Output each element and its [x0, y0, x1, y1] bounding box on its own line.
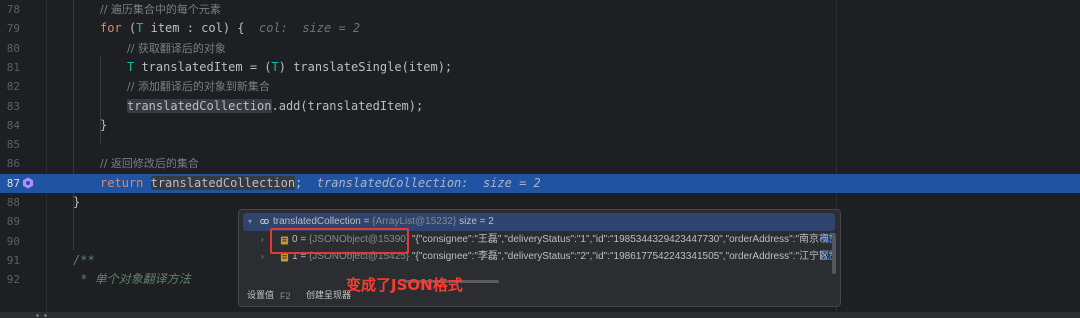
code-line[interactable]: 80 // 获取翻译后的对象 [0, 39, 1080, 58]
line-number[interactable]: 81 [0, 58, 20, 77]
code-token: return [100, 175, 144, 190]
code-token: T [271, 59, 279, 74]
code-token: col: size = 2 [258, 21, 361, 36]
code-line[interactable]: 85 [0, 135, 1080, 154]
code-token: ; [295, 175, 317, 190]
code-line[interactable]: 84} [0, 116, 1080, 135]
code-line[interactable]: 81 T translatedItem = (T) translateSingle… [0, 58, 1080, 77]
line-number[interactable]: 85 [0, 135, 20, 154]
code-text: } [73, 193, 80, 212]
item-value: "{"consignee":"王磊","deliveryStatus":"1",… [409, 234, 835, 245]
line-number[interactable]: 89 [0, 212, 20, 231]
popup-scrollbar[interactable] [832, 234, 836, 274]
code-text: * 单个对象翻译方法 [73, 270, 191, 289]
code-token: item : col) { [143, 21, 259, 36]
line-number[interactable]: 88 [0, 193, 20, 212]
annotation-highlight-box [270, 228, 409, 254]
code-text: // 获取翻译后的对象 [127, 39, 226, 58]
code-token: // 添加翻译后的对象到新集合 [127, 80, 270, 94]
status-dot [36, 314, 39, 317]
field-icon [280, 253, 289, 262]
create-renderer-button[interactable]: 创建呈现器 [306, 290, 351, 302]
code-text: } [100, 116, 107, 135]
code-text: // 遍历集合中的每个元素 [100, 0, 221, 19]
code-token: translatedCollection [150, 175, 296, 190]
code-token: // 返回修改后的集合 [100, 157, 199, 171]
status-dot [44, 314, 47, 317]
code-line[interactable]: 87 return translatedCollection; translate… [0, 173, 1080, 193]
line-number[interactable]: 79 [0, 19, 20, 38]
code-text: // 返回修改后的集合 [100, 154, 199, 173]
line-number[interactable]: 83 [0, 97, 20, 116]
root-type: {ArrayList@15232} [372, 216, 457, 227]
code-token: translatedCollection [127, 98, 272, 113]
set-value-shortcut: F2 [280, 291, 291, 301]
code-text: translatedCollection.add(translatedItem)… [127, 97, 423, 116]
chevron-right-icon[interactable]: › [261, 231, 264, 249]
code-token: } [100, 117, 108, 132]
code-line[interactable]: 83 translatedCollection.add(translatedIte… [0, 97, 1080, 116]
code-token: translatedItem = ( [134, 59, 272, 74]
code-line[interactable]: 86 // 返回修改后的集合 [0, 154, 1080, 173]
code-token: // 获取翻译后的对象 [127, 41, 226, 55]
line-number[interactable]: 84 [0, 116, 20, 135]
debug-value-popup[interactable]: ▾ translatedCollection = {ArrayList@1523… [238, 209, 841, 307]
line-number[interactable]: 91 [0, 251, 20, 270]
code-line[interactable]: 82 // 添加翻译后的对象到新集合 [0, 77, 1080, 96]
code-text: for (T item : col) { col: size = 2 [100, 19, 360, 38]
code-line[interactable]: 78 // 遍历集合中的每个元素 [0, 0, 1080, 19]
code-token: ) translateSingle(item); [278, 59, 453, 74]
set-value-button[interactable]: 设置值 [247, 290, 274, 302]
code-text: /** [73, 251, 95, 270]
code-token: * 单个对象翻译方法 [73, 272, 191, 287]
chevron-right-icon[interactable]: › [261, 248, 264, 266]
status-bar [0, 312, 1080, 318]
line-number[interactable]: 82 [0, 77, 20, 96]
line-number[interactable]: 92 [0, 270, 20, 289]
line-number[interactable]: 90 [0, 232, 20, 251]
code-token: } [73, 195, 81, 209]
line-number[interactable]: 80 [0, 39, 20, 58]
root-variable-name: translatedCollection [273, 216, 361, 227]
code-token: // 遍历集合中的每个元素 [100, 3, 221, 16]
code-token: for [100, 21, 122, 36]
line-number[interactable]: 86 [0, 154, 20, 173]
code-line[interactable]: 79 for (T item : col) { col: size = 2 [0, 19, 1080, 38]
annotation-text: 变成了JSON格式 [346, 276, 463, 294]
root-size: size = 2 [456, 216, 494, 227]
equals-sign: = [360, 216, 373, 227]
code-token: translatedCollection: size = 2 [316, 175, 541, 190]
chevron-down-icon[interactable]: ▾ [248, 213, 252, 231]
line-number[interactable]: 87 [0, 174, 20, 193]
code-token: /** [73, 252, 95, 267]
watch-eye-icon [260, 218, 269, 225]
code-token: .add(translatedItem); [271, 98, 424, 113]
code-token: ( [121, 21, 137, 36]
breakpoint-icon[interactable] [22, 177, 34, 189]
code-text: return translatedCollection; translatedC… [100, 174, 541, 193]
line-number[interactable]: 78 [0, 0, 20, 19]
code-text: // 添加翻译后的对象到新集合 [127, 77, 270, 96]
code-text: T translatedItem = (T) translateSingle(i… [127, 58, 452, 77]
item-value: "{"consignee":"李磊","deliveryStatus":"2",… [409, 251, 835, 262]
